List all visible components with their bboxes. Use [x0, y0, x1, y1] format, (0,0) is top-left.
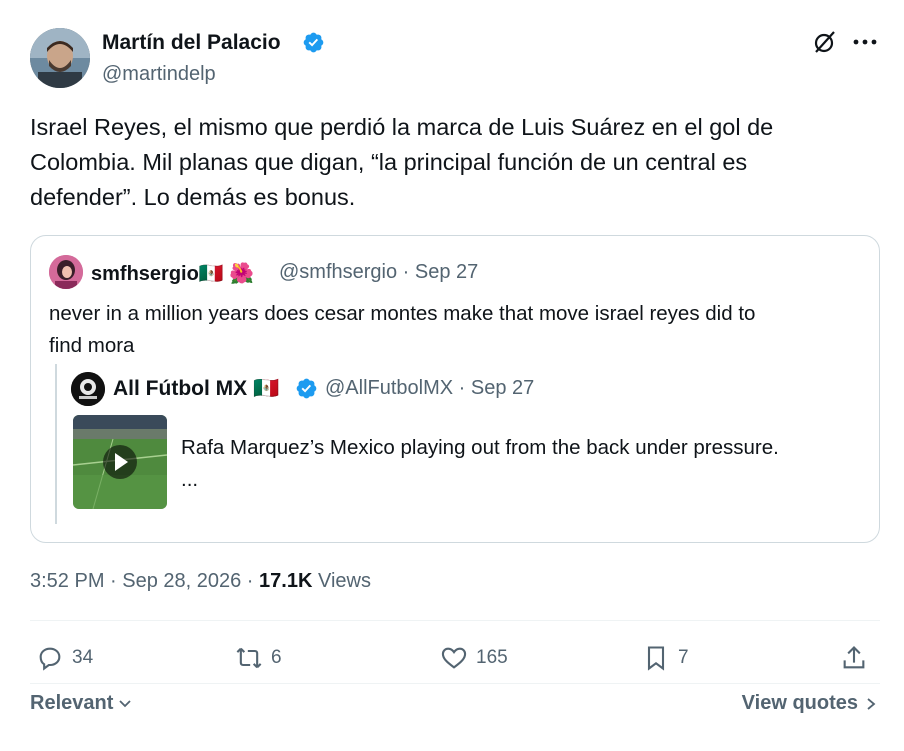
quote-author-name: smfhsergio🇲🇽 🌺	[91, 261, 254, 286]
mexico-flag-icon: 🇲🇽	[253, 377, 280, 400]
views-count: 17.1K	[259, 570, 313, 592]
repost-button[interactable]: 6	[235, 640, 282, 676]
quote-text: never in a million years does cesar mont…	[49, 298, 869, 362]
nested-author-name-text: All Fútbol MX	[113, 377, 248, 400]
bookmark-button[interactable]: 7	[642, 640, 689, 676]
like-button[interactable]: 165	[440, 640, 508, 676]
nested-author-meta: @AllFutbolMX · Sep 27	[325, 377, 535, 399]
tweet-header: Martín del Palacio @martindelp	[30, 28, 880, 90]
nested-author-avatar	[71, 372, 105, 406]
share-icon	[843, 646, 865, 669]
verified-badge-icon	[296, 378, 317, 399]
bookmark-icon	[647, 646, 665, 671]
verified-badge-icon	[303, 32, 324, 53]
chevron-right-icon	[867, 697, 876, 710]
quote-author-meta: @smfhsergio · Sep 27	[279, 261, 479, 283]
reply-button[interactable]: 34	[36, 640, 93, 676]
like-count: 165	[476, 647, 508, 668]
sort-replies-dropdown[interactable]: Relevant	[30, 692, 133, 715]
author-handle[interactable]: @martindelp	[102, 63, 216, 86]
sort-label: Relevant	[30, 692, 114, 714]
quoted-tweet[interactable]: smfhsergio🇲🇽 🌺 @smfhsergio · Sep 27 neve…	[30, 235, 880, 543]
quote-author-avatar	[49, 255, 83, 289]
heart-icon	[441, 647, 467, 669]
nested-text-line: ...	[181, 468, 199, 491]
grok-icon[interactable]	[813, 30, 837, 54]
share-button[interactable]	[840, 640, 868, 676]
quote-text-line: find mora	[49, 334, 135, 357]
quote-text-line: never in a million years does cesar mont…	[49, 302, 756, 325]
divider	[30, 620, 880, 621]
divider	[30, 683, 880, 684]
nested-quoted-tweet[interactable]: All Fútbol MX 🇲🇽 @AllFutbolMX · Sep 27 R…	[55, 364, 859, 524]
quote-author-name-text: smfhsergio	[91, 263, 199, 285]
reply-count: 34	[72, 647, 94, 668]
timestamp-text: 3:52 PM · Sep 28, 2026 ·	[30, 570, 260, 592]
nested-text: Rafa Marquez’s Mexico playing out from t…	[181, 432, 861, 496]
nested-author-name: All Fútbol MX 🇲🇽	[113, 377, 279, 401]
repost-icon	[236, 647, 262, 669]
reply-icon	[39, 647, 61, 671]
author-avatar[interactable]	[30, 28, 90, 88]
more-options-icon[interactable]	[850, 30, 880, 54]
tweet-text: Israel Reyes, el mismo que perdió la mar…	[30, 110, 870, 215]
views-label: Views	[312, 570, 371, 592]
view-quotes-label: View quotes	[741, 692, 858, 714]
author-name[interactable]: Martín del Palacio	[102, 31, 281, 55]
mexico-flag-icon: 🇲🇽	[198, 263, 224, 285]
hibiscus-icon: 🌺	[229, 263, 255, 285]
chevron-down-icon	[119, 699, 132, 707]
nested-text-line: Rafa Marquez’s Mexico playing out from t…	[181, 436, 779, 459]
tweet-text-line: Israel Reyes, el mismo que perdió la mar…	[30, 114, 774, 140]
bookmark-count: 7	[678, 647, 689, 668]
repost-count: 6	[271, 647, 282, 668]
tweet-text-line: defender”. Lo demás es bonus.	[30, 184, 356, 210]
action-bar: 34 6 165 7	[30, 640, 880, 680]
tweet-timestamp[interactable]: 3:52 PM · Sep 28, 2026 · 17.1K Views	[30, 570, 371, 593]
tweet-text-line: Colombia. Mil planas que digan, “la prin…	[30, 149, 748, 175]
view-quotes-link[interactable]: View quotes	[742, 692, 878, 715]
video-thumbnail[interactable]	[73, 415, 167, 509]
